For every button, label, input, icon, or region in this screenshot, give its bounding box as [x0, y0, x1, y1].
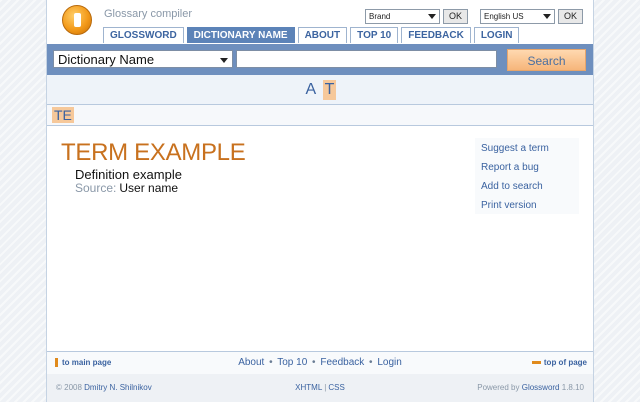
language-switcher: English US OK: [480, 9, 584, 24]
search-button[interactable]: Search: [507, 49, 586, 71]
term-definition: Definition example: [75, 167, 182, 182]
page-footer: © 2008 Dmitry N. Shilnikov XHTML | CSS Pow…: [47, 374, 593, 402]
top-of-page-link[interactable]: top of page: [531, 352, 587, 374]
tab-dictionary-name[interactable]: DICTIONARY NAME: [186, 27, 295, 43]
search-input[interactable]: [236, 50, 497, 68]
tab-feedback[interactable]: FEEDBACK: [401, 27, 471, 43]
powered-by: Powered by Glossword 1.8.10: [477, 383, 584, 392]
print-version-link[interactable]: Print version: [475, 195, 579, 214]
css-link[interactable]: CSS: [328, 383, 344, 392]
tab-login[interactable]: LOGIN: [473, 27, 520, 43]
tab-glossword[interactable]: GLOSSWORD: [103, 27, 184, 43]
source-value: User name: [119, 181, 179, 195]
suggest-term-link[interactable]: Suggest a term: [475, 138, 579, 157]
sub-alphabet-toolbar: TE: [47, 105, 593, 126]
visual-theme-switcher: Brand OK: [365, 9, 469, 24]
visual-theme-ok-button[interactable]: OK: [443, 9, 469, 24]
language-ok-button[interactable]: OK: [558, 9, 584, 24]
alphabet-toolbar: A T: [47, 75, 593, 105]
footer-link-feedback[interactable]: Feedback: [320, 357, 364, 368]
page: Glossary compiler Brand OK English US OK…: [46, 0, 594, 402]
arrow-top-icon: [531, 361, 541, 365]
visual-theme-select[interactable]: Brand: [365, 9, 440, 24]
xhtml-link[interactable]: XHTML: [295, 383, 322, 392]
footer-link-login[interactable]: Login: [377, 357, 401, 368]
search-bar: Dictionary Name Search: [47, 44, 593, 75]
source-label: Source:: [75, 181, 117, 195]
language-select[interactable]: English US: [480, 9, 555, 24]
term-source: Source: User name: [75, 181, 178, 195]
tab-top-10[interactable]: TOP 10: [350, 27, 399, 43]
chevron-down-icon: [543, 14, 551, 19]
chevron-down-icon: [220, 58, 228, 63]
chevron-down-icon: [428, 14, 436, 19]
add-to-search-link[interactable]: Add to search: [475, 176, 579, 195]
alphabet-letter-t[interactable]: T: [322, 79, 337, 100]
footer-link-top-10[interactable]: Top 10: [277, 357, 307, 368]
app-title: Glossary compiler: [104, 8, 193, 20]
term-title: TERM EXAMPLE: [61, 139, 246, 166]
glossword-logo-icon[interactable]: [62, 5, 92, 35]
footer-links: About • Top 10 • Feedback • Login: [238, 357, 402, 368]
glossword-link[interactable]: Glossword: [522, 383, 560, 392]
alphabet-letter-a[interactable]: A: [304, 75, 319, 104]
main-tabs: GLOSSWORD DICTIONARY NAME ABOUT TOP 10 F…: [103, 27, 522, 43]
dictionary-select[interactable]: Dictionary Name: [53, 50, 233, 68]
bottom-navigation: to main page About • Top 10 • Feedback •…: [47, 351, 593, 375]
sub-letter-te[interactable]: TE: [52, 107, 74, 123]
term-actions-menu: Suggest a term Report a bug Add to searc…: [475, 138, 579, 214]
footer-link-about[interactable]: About: [238, 357, 264, 368]
tab-about[interactable]: ABOUT: [297, 27, 348, 43]
report-bug-link[interactable]: Report a bug: [475, 157, 579, 176]
